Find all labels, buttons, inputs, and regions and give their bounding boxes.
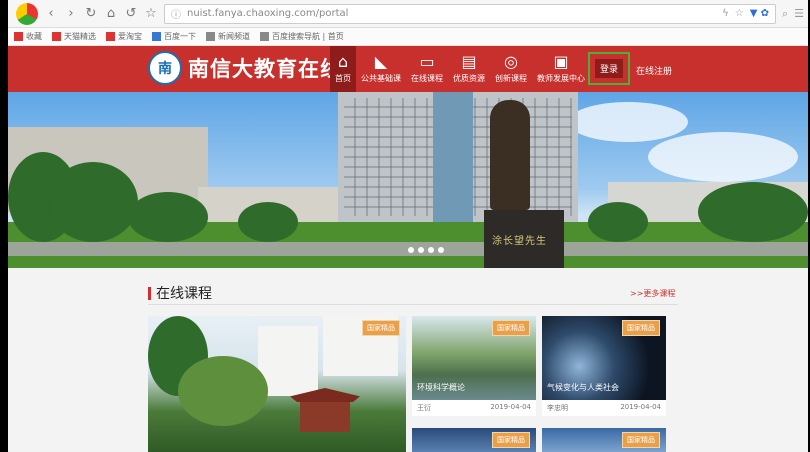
section-marker [148,286,151,300]
tree [178,356,268,426]
more-courses-link[interactable]: >>更多课程 [630,288,675,299]
monitor-icon: ▭ [419,52,435,71]
book-icon: ◣ [374,52,388,71]
back-icon[interactable]: ‹ [44,6,58,21]
briefcase-icon: ▣ [553,52,569,71]
tree [48,162,138,242]
register-link[interactable]: 在线注册 [636,64,672,77]
course-meta: 王衍 2019-04-04 [417,403,531,413]
folder-icon: ▤ [461,52,477,71]
nav-item-online-courses[interactable]: ▭ 在线课程 [406,46,448,92]
browser-toolbar: ‹ › ↻ ⌂ ↺ ☆ ⓘ nuist.fanya.chaoxing.com/p… [8,0,808,28]
nav-label: 公共基础课 [361,74,401,83]
cloud [568,102,688,142]
main-nav: ⌂ 首页 ◣ 公共基础课 ▭ 在线课程 ▤ 优质资源 ◎ 创新课程 ▣ 教师发展… [330,46,590,92]
cloud [648,132,798,182]
bookmark-item[interactable]: 新闻频道 [206,31,250,42]
statue [490,100,530,210]
search-icon: ◎ [504,52,518,71]
site-brand[interactable]: 南 南信大教育在线 [148,51,342,85]
course-meta: 李忠明 2019-04-04 [547,403,661,413]
course-date: 2019-04-04 [620,403,661,411]
reload-icon[interactable]: ↻ [84,6,98,21]
badge-national-quality: 国家精品 [622,432,660,448]
nav-item-innovation-courses[interactable]: ◎ 创新课程 [490,46,532,92]
search-icon[interactable]: ⌕ [782,7,788,21]
online-courses-section: 在线课程 >>更多课程 国家精品 国家精品 环境科学概论 王衍 2019-04-… [8,268,808,452]
section-title: 在线课程 [148,283,212,303]
site-header: 南 南信大教育在线 ⌂ 首页 ◣ 公共基础课 ▭ 在线课程 ▤ 优质资源 ◎ 创… [8,46,808,92]
course-teacher: 李忠明 [547,404,568,412]
bookmark-icon [14,32,23,41]
bookmarks-bar: 收藏 天猫精选 爱淘宝 百度一下 新闻频道 百度搜索导航 | 首页 [8,28,808,46]
course-title: 气候变化与人类社会 [547,383,619,392]
home-icon[interactable]: ⌂ [104,6,118,21]
badge-national-quality: 国家精品 [362,320,400,336]
pavilion [290,388,360,452]
nav-item-public-courses[interactable]: ◣ 公共基础课 [356,46,406,92]
nav-label: 教师发展中心 [537,74,585,83]
bookmark-item[interactable]: 天猫精选 [52,31,96,42]
forward-icon[interactable]: › [64,6,78,21]
bookmark-item[interactable]: 百度一下 [152,31,196,42]
nav-item-teacher-center[interactable]: ▣ 教师发展中心 [532,46,590,92]
statue-pedestal: 涂长望先生 [484,210,564,268]
badge-national-quality: 国家精品 [492,432,530,448]
course-card[interactable]: 国家精品 [412,428,536,452]
tree [588,202,648,242]
tree [698,182,808,242]
menu-icon[interactable]: ☰ [794,7,804,20]
course-date: 2019-04-04 [490,403,531,411]
site-name: 南信大教育在线 [188,57,342,81]
bookmark-icon [106,32,115,41]
tree [238,202,298,242]
course-card[interactable]: 国家精品 环境科学概论 王衍 2019-04-04 [412,316,536,416]
bookmark-icon [206,32,215,41]
undo-icon[interactable]: ↺ [124,6,138,21]
bookmark-item[interactable]: 收藏 [14,31,42,42]
bookmark-item[interactable]: 爱淘宝 [106,31,142,42]
badge-national-quality: 国家精品 [492,320,530,336]
address-bar[interactable]: ⓘ nuist.fanya.chaoxing.com/portal ϟ ☆ ▼ … [164,3,776,24]
login-highlight: 登录 [588,52,630,85]
nav-label: 首页 [335,74,351,83]
bookmark-icon [52,32,61,41]
carousel-dot[interactable] [408,247,414,253]
course-title: 环境科学概论 [417,383,465,392]
hero-banner[interactable]: 涂长望先生 [8,92,808,268]
carousel-dots [408,247,444,253]
nav-item-quality-resources[interactable]: ▤ 优质资源 [448,46,490,92]
bookmark-icon [152,32,161,41]
lightning-icon[interactable]: ϟ [722,8,729,19]
main-building-glass [433,92,473,222]
nav-label: 优质资源 [453,74,485,83]
nav-label: 创新课程 [495,74,527,83]
carousel-dot[interactable] [418,247,424,253]
course-card[interactable]: 国家精品 [542,428,666,452]
bookmark-item[interactable]: 百度搜索导航 | 首页 [260,31,344,42]
browser-logo-icon [16,2,38,25]
nav-item-home[interactable]: ⌂ 首页 [330,46,356,92]
course-teacher: 王衍 [417,404,431,412]
course-card[interactable]: 国家精品 气候变化与人类社会 李忠明 2019-04-04 [542,316,666,416]
login-button[interactable]: 登录 [594,59,623,78]
browser-window: ‹ › ↻ ⌂ ↺ ☆ ⓘ nuist.fanya.chaoxing.com/p… [8,0,808,452]
tree [128,192,208,242]
carousel-dot[interactable] [438,247,444,253]
address-url: nuist.fanya.chaoxing.com/portal [187,8,349,19]
university-emblem-icon: 南 [148,51,182,85]
nav-label: 在线课程 [411,74,443,83]
divider [148,304,678,305]
search-engine-icon[interactable]: ▼ ✿ [750,8,769,19]
badge-national-quality: 国家精品 [622,320,660,336]
bookmark-icon [260,32,269,41]
star-icon[interactable]: ☆ [144,6,158,21]
info-icon: ⓘ [171,10,181,21]
pedestal-inscription: 涂长望先生 [492,236,547,247]
bookmark-star-icon[interactable]: ☆ [735,8,744,19]
home-icon: ⌂ [337,52,349,71]
featured-course-card[interactable]: 国家精品 [148,316,406,452]
carousel-dot[interactable] [428,247,434,253]
